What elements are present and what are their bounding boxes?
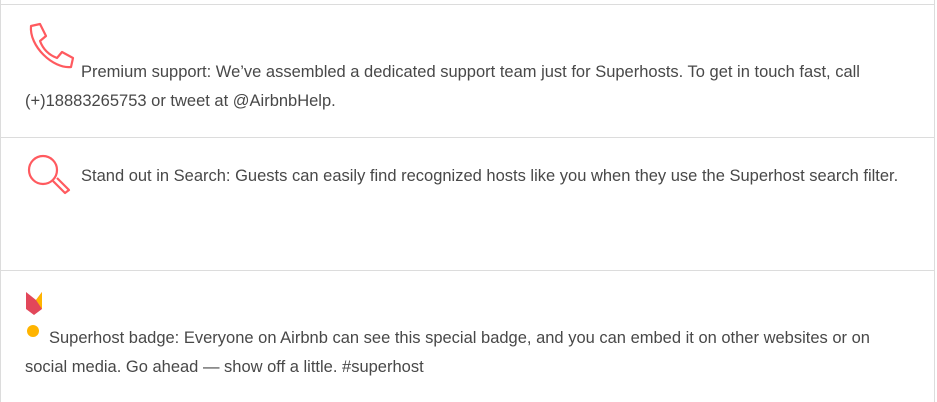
benefit-item-superhost-badge: Superhost badge: Everyone on Airbnb can … xyxy=(1,271,934,402)
benefit-item-premium-support: Premium support: We’ve assembled a dedic… xyxy=(1,5,934,138)
superhost-benefits-list: Premium support: We’ve assembled a dedic… xyxy=(0,0,935,402)
benefit-item-search: Stand out in Search: Guests can easily f… xyxy=(1,138,934,271)
benefit-text: Stand out in Search: Guests can easily f… xyxy=(81,167,899,185)
benefit-text: Premium support: We’ve assembled a dedic… xyxy=(25,63,860,110)
benefit-text: Superhost badge: Everyone on Airbnb can … xyxy=(25,329,870,376)
